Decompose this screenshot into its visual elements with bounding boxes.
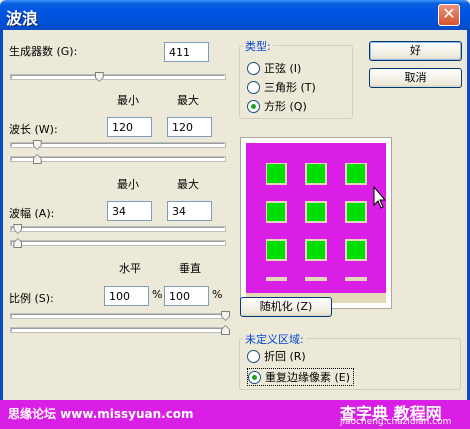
amplitude-max-slider-track xyxy=(11,241,225,245)
amplitude-min-slider-thumb[interactable] xyxy=(13,224,23,234)
ok-button[interactable]: 好 xyxy=(369,41,462,61)
type-option-label: 正弦 (I) xyxy=(264,62,302,75)
type-option-square[interactable]: 方形 (Q) xyxy=(247,98,307,114)
watermark-sub: jiaocheng.chazidian.com xyxy=(340,417,452,427)
scale-horizontal-unit: % xyxy=(152,288,163,301)
preview-image xyxy=(246,143,387,303)
generators-slider-track xyxy=(11,75,225,79)
undefined-option-label: 重复边缘像素 (E) xyxy=(265,371,351,384)
type-option-label: 三角形 (T) xyxy=(264,81,316,94)
undefined-option-wrap[interactable]: 折回 (R) xyxy=(247,348,306,364)
scale-horizontal-input[interactable] xyxy=(104,286,149,306)
window-title: 波浪 xyxy=(6,9,39,28)
wavelength-max-input[interactable] xyxy=(167,117,212,137)
generators-slider-thumb[interactable] xyxy=(94,72,104,82)
wavelength-min-slider[interactable] xyxy=(11,140,225,150)
wavelength-min-slider-track xyxy=(11,143,225,147)
type-group-title: 类型: xyxy=(243,38,273,54)
radio-icon xyxy=(247,80,260,94)
amplitude-min-slider[interactable] xyxy=(11,224,225,234)
randomize-button[interactable]: 随机化 (Z) xyxy=(240,297,332,317)
cancel-button[interactable]: 取消 xyxy=(369,68,462,88)
amplitude-max-slider-thumb[interactable] xyxy=(13,238,23,248)
amplitude-min-input[interactable] xyxy=(107,201,152,221)
generators-label: 生成器数 (G): xyxy=(9,45,78,58)
wavelength-label: 波长 (W): xyxy=(9,123,58,136)
scale-vertical-header: 垂直 xyxy=(179,262,201,275)
type-option-triangle[interactable]: 三角形 (T) xyxy=(247,79,316,95)
amplitude-min-header: 最小 xyxy=(117,178,139,191)
scale-vertical-slider[interactable] xyxy=(11,325,230,335)
scale-vertical-slider-track xyxy=(11,328,225,332)
amplitude-max-slider[interactable] xyxy=(11,238,225,248)
scale-vertical-input[interactable] xyxy=(164,286,209,306)
radio-icon xyxy=(247,349,260,363)
generators-slider[interactable] xyxy=(11,72,225,82)
wave-preview-graphic xyxy=(246,143,387,303)
amplitude-max-input[interactable] xyxy=(167,201,212,221)
wavelength-min-input[interactable] xyxy=(107,117,152,137)
radio-icon xyxy=(248,370,261,384)
wavelength-max-slider-track xyxy=(11,157,225,161)
close-button[interactable]: ✕ xyxy=(438,4,460,26)
scale-horizontal-slider[interactable] xyxy=(11,311,230,321)
wavelength-max-header: 最大 xyxy=(177,94,199,107)
watermark-left: 思缘论坛 www.missyuan.com xyxy=(8,407,194,421)
scale-horizontal-slider-thumb[interactable] xyxy=(221,311,230,321)
wavelength-min-header: 最小 xyxy=(117,94,139,107)
scale-vertical-slider-thumb[interactable] xyxy=(221,325,230,335)
wavelength-min-slider-thumb[interactable] xyxy=(32,140,42,150)
radio-icon xyxy=(247,99,260,113)
wavelength-max-slider[interactable] xyxy=(11,154,225,164)
type-option-label: 方形 (Q) xyxy=(264,100,307,113)
title-bar[interactable]: 波浪 ✕ xyxy=(0,0,470,30)
amplitude-min-slider-track xyxy=(11,227,225,231)
preview-frame[interactable] xyxy=(240,137,392,309)
undefined-area-title: 未定义区域: xyxy=(243,331,306,347)
scale-vertical-unit: % xyxy=(212,288,223,301)
scale-label: 比例 (S): xyxy=(9,292,54,305)
radio-icon xyxy=(247,61,260,75)
scale-horizontal-slider-track xyxy=(11,314,225,318)
wavelength-max-slider-thumb[interactable] xyxy=(32,154,42,164)
close-icon: ✕ xyxy=(442,4,456,23)
scale-horizontal-header: 水平 xyxy=(119,262,141,275)
type-option-sine[interactable]: 正弦 (I) xyxy=(247,60,301,76)
amplitude-max-header: 最大 xyxy=(177,178,199,191)
amplitude-label: 波幅 (A): xyxy=(9,207,55,220)
undefined-option-repeat-edge[interactable]: 重复边缘像素 (E) xyxy=(247,368,355,386)
watermark-banner: 思缘论坛 www.missyuan.com 查字典 教程网 jiaocheng.… xyxy=(0,400,470,429)
generators-input[interactable] xyxy=(164,42,209,62)
dialog-body: 生成器数 (G): 最小 最大 波长 (W): 最小 最大 波幅 (A): 水平… xyxy=(0,30,470,400)
undefined-option-label: 折回 (R) xyxy=(264,350,306,363)
